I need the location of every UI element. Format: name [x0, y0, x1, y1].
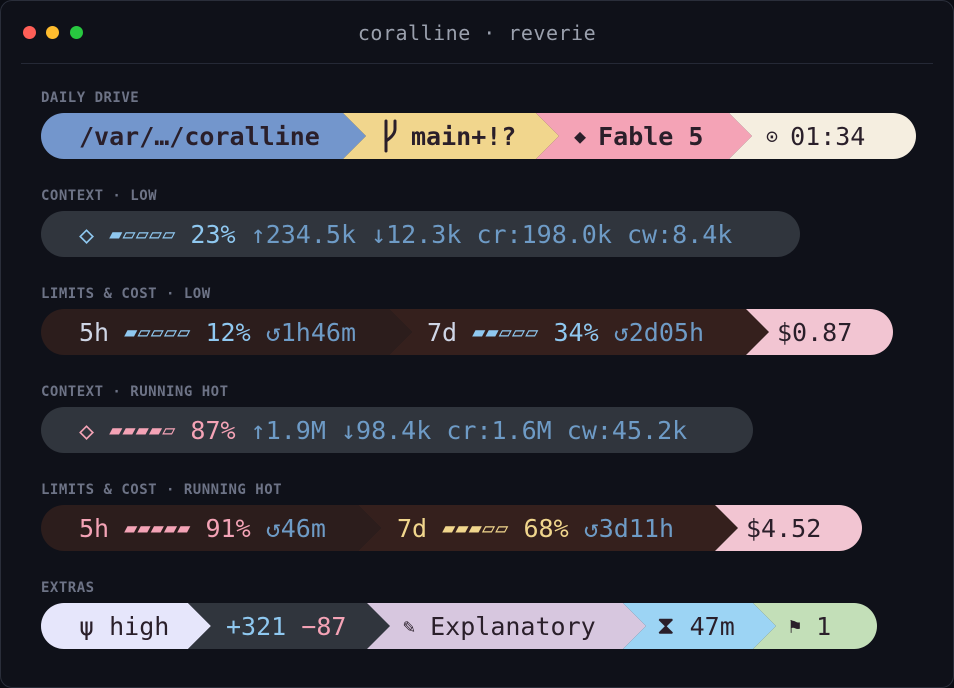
title-divider [21, 63, 933, 64]
context-percent: 87% [190, 415, 236, 445]
pencil-icon: ✎ [403, 614, 416, 638]
section-label-limits-hot: LIMITS & COST · RUNNING HOT [41, 482, 283, 498]
diamond-outline-icon: ◇ [79, 219, 95, 249]
psi-icon: ψ [79, 611, 95, 641]
section-label-extras: EXTRAS [41, 580, 95, 596]
clock-icon: ⊙ [766, 124, 791, 148]
diamond-icon: ◆ [574, 124, 599, 148]
context-meter: ▰▱▱▱▱ [109, 221, 176, 247]
hourglass-icon: ⧗ [657, 611, 675, 640]
time-segment: ⊙ 01:34 [766, 121, 866, 151]
cache-read: cr:1.6M [446, 415, 552, 445]
terminal-window: coralline · reverie DAILY DRIVE /var/…/c… [0, 0, 954, 688]
effort-segment: ψ high [79, 611, 170, 641]
cache-read: cr:198.0k [476, 219, 612, 249]
diamond-outline-icon: ◇ [79, 415, 95, 445]
five-hour-limit-segment: 5h ▰▰▰▰▰ 91% ↺46m [79, 513, 326, 543]
tokens-out: ↓12.3k [371, 219, 462, 249]
timer-segment: ⧗ 47m [657, 611, 735, 641]
tokens-in: ↑1.9M [250, 415, 326, 445]
output-style-segment: ✎ Explanatory [403, 611, 596, 641]
tokens-in: ↑234.5k [250, 219, 356, 249]
section-label-context-hot: CONTEXT · RUNNING HOT [41, 384, 229, 400]
seven-day-meter: ▰▰▱▱▱ [472, 319, 539, 345]
diff-segment: +321 −87 [226, 603, 346, 649]
cache-write: cw:8.4k [626, 219, 733, 249]
cost-segment-low: $0.87 [777, 317, 853, 347]
five-hour-meter: ▰▱▱▱▱ [124, 319, 191, 345]
model-segment: ◆ Fable 5 [574, 121, 704, 151]
lines-added: +321 [226, 611, 287, 641]
section-label-limits-low: LIMITS & COST · LOW [41, 286, 211, 302]
title-bar: coralline · reverie [1, 1, 953, 63]
section-label-daily-drive: DAILY DRIVE [41, 90, 140, 106]
seven-day-limit-segment: 7d ▰▰▰▱▱ 68% ↺3d11h [397, 513, 674, 543]
context-hot-segment: ◇ ▰▰▰▰▱ 87% ↑1.9M ↓98.4k cr:1.6M cw:45.2… [79, 407, 687, 453]
context-low-segment: ◇ ▰▱▱▱▱ 23% ↑234.5k ↓12.3k cr:198.0k cw:… [79, 211, 732, 257]
context-meter: ▰▰▰▰▱ [109, 417, 176, 443]
flags-segment: ⚑ 1 [789, 611, 832, 641]
lines-removed: −87 [301, 611, 347, 641]
five-hour-meter: ▰▰▰▰▰ [124, 515, 191, 541]
seven-day-limit-segment: 7d ▰▰▱▱▱ 34% ↺2d05h [427, 317, 704, 347]
context-percent: 23% [190, 219, 236, 249]
section-label-context-low: CONTEXT · LOW [41, 188, 158, 204]
tokens-out: ↓98.4k [340, 415, 432, 445]
cost-segment-hot: $4.52 [746, 513, 822, 543]
path-segment: /var/…/coralline [79, 121, 320, 151]
five-hour-limit-segment: 5h ▰▱▱▱▱ 12% ↺1h46m [79, 317, 356, 347]
cache-write: cw:45.2k [566, 415, 688, 445]
seven-day-meter: ▰▰▰▱▱ [442, 515, 509, 541]
flag-icon: ⚑ [789, 614, 802, 638]
branch-segment: main+!? [411, 121, 517, 151]
window-title: coralline · reverie [357, 21, 597, 45]
